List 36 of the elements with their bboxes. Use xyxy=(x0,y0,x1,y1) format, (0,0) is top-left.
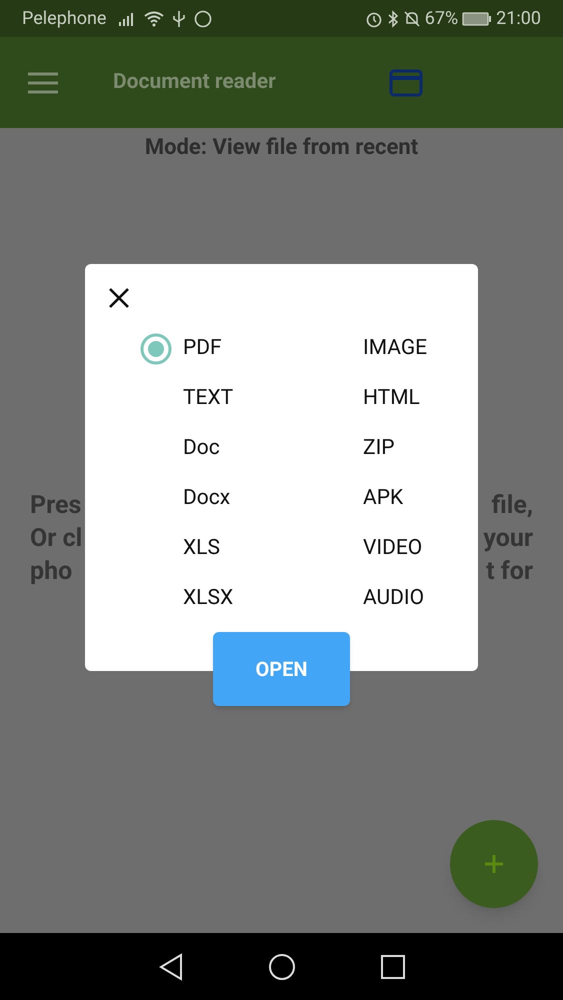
file-type-option[interactable]: APK xyxy=(320,474,470,524)
wifi-icon xyxy=(144,10,164,26)
carrier-name: Pelephone xyxy=(22,7,106,31)
file-type-option[interactable]: XLS xyxy=(140,524,320,574)
background-text: pho xyxy=(30,556,72,588)
battery-icon xyxy=(462,10,492,26)
back-icon[interactable] xyxy=(158,952,184,980)
background-text: t for xyxy=(486,556,533,588)
battery-percent: 67% xyxy=(424,7,458,31)
file-type-option[interactable]: XLSX xyxy=(140,574,320,624)
file-type-option[interactable]: IMAGE xyxy=(320,324,470,374)
file-type-option[interactable]: TEXT xyxy=(140,374,320,424)
bluetooth-icon xyxy=(386,10,399,28)
close-icon[interactable] xyxy=(108,287,130,309)
file-type-option[interactable]: AUDIO xyxy=(320,574,470,624)
app-title: Document reader xyxy=(113,68,276,96)
usb-icon xyxy=(172,10,186,28)
background-text: Pres xyxy=(30,490,82,522)
alarm-icon xyxy=(364,10,383,28)
file-type-option[interactable]: PDF xyxy=(140,324,320,374)
file-type-option[interactable]: Doc xyxy=(140,424,320,474)
background-text: file, xyxy=(491,490,533,522)
file-type-option[interactable]: VIDEO xyxy=(320,524,470,574)
recents-icon[interactable] xyxy=(380,954,406,980)
file-type-option[interactable]: HTML xyxy=(320,374,470,424)
file-type-option[interactable]: ZIP xyxy=(320,424,470,474)
menu-icon[interactable] xyxy=(28,72,58,94)
muted-bell-icon xyxy=(402,10,421,28)
plus-icon xyxy=(484,854,504,874)
background-text: Or cl xyxy=(30,523,82,555)
mode-label: Mode: View file from recent xyxy=(144,134,418,162)
clock: 21:00 xyxy=(496,7,541,31)
background-text: your xyxy=(483,523,533,555)
home-icon[interactable] xyxy=(268,952,296,980)
radio-icon xyxy=(140,333,172,365)
file-type-option[interactable]: Docx xyxy=(140,474,320,524)
